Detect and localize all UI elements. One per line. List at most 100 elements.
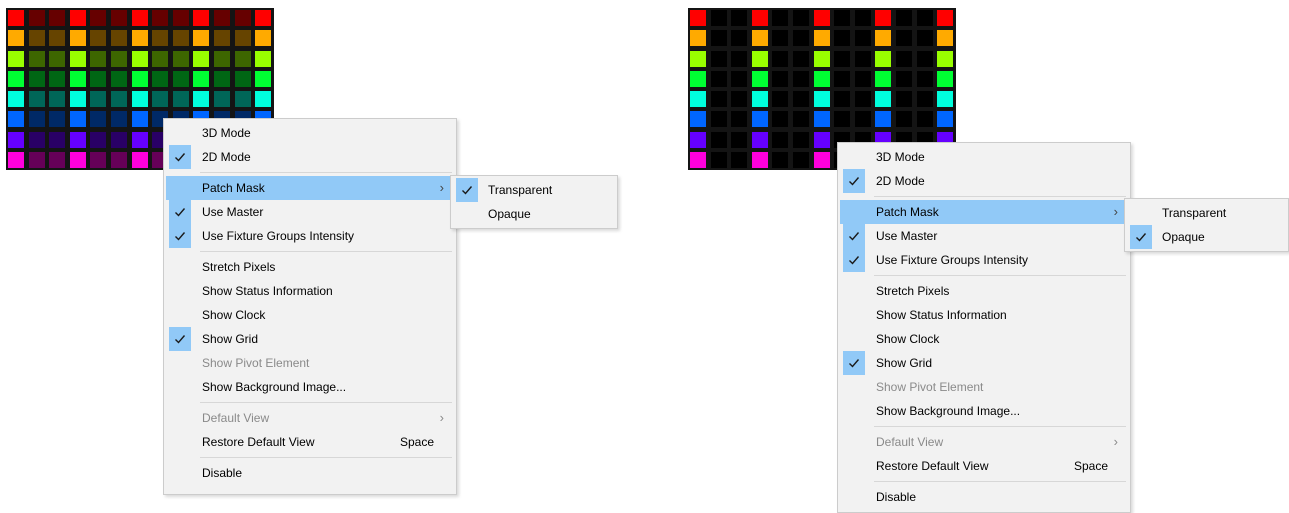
chevron-right-icon: › xyxy=(1113,434,1118,449)
grid-cell xyxy=(132,10,148,26)
grid-cell xyxy=(690,152,706,168)
checkmark-icon xyxy=(169,224,191,248)
menu-item-label: 2D Mode xyxy=(876,174,925,188)
menu-item-use-fixture-groups-intensity[interactable]: Use Fixture Groups Intensity xyxy=(840,248,1128,272)
grid-cell xyxy=(90,111,106,127)
menu-item-patch-mask[interactable]: Patch Mask › xyxy=(166,176,454,200)
grid-cell xyxy=(29,111,45,127)
grid-cell xyxy=(937,71,953,87)
grid-cell xyxy=(875,91,891,107)
grid-cell xyxy=(752,30,768,46)
submenu-item-opaque[interactable]: Opaque xyxy=(453,202,615,226)
menu-item-label: Show Grid xyxy=(876,356,933,370)
right-patch-mask-submenu: Transparent Opaque xyxy=(1124,198,1289,252)
grid-cell xyxy=(49,111,65,127)
grid-cell xyxy=(896,111,912,127)
grid-cell xyxy=(731,132,747,148)
grid-cell xyxy=(70,30,86,46)
menu-item-use-master[interactable]: Use Master xyxy=(840,224,1128,248)
checkmark-icon xyxy=(843,351,865,375)
shortcut-label: Space xyxy=(399,435,434,449)
grid-cell xyxy=(690,91,706,107)
menu-item-disable[interactable]: Disable xyxy=(840,485,1128,509)
grid-cell xyxy=(132,51,148,67)
grid-cell xyxy=(834,51,850,67)
grid-cell xyxy=(855,71,871,87)
menu-item-label: Patch Mask xyxy=(202,181,265,195)
menu-separator xyxy=(200,457,452,458)
menu-item-label: 2D Mode xyxy=(202,150,251,164)
grid-cell xyxy=(193,10,209,26)
grid-cell xyxy=(235,71,251,87)
menu-item-show-background-image[interactable]: Show Background Image... xyxy=(166,375,454,399)
menu-item-label: Stretch Pixels xyxy=(876,284,950,298)
menu-item-2d-mode[interactable]: 2D Mode xyxy=(840,169,1128,193)
checkmark-icon xyxy=(169,327,191,351)
grid-cell xyxy=(214,10,230,26)
grid-cell xyxy=(752,10,768,26)
menu-item-stretch-pixels[interactable]: Stretch Pixels xyxy=(840,279,1128,303)
grid-cell xyxy=(70,71,86,87)
grid-cell xyxy=(90,132,106,148)
grid-cell xyxy=(152,10,168,26)
menu-item-stretch-pixels[interactable]: Stretch Pixels xyxy=(166,255,454,279)
grid-cell xyxy=(235,30,251,46)
menu-item-label: 3D Mode xyxy=(876,150,925,164)
grid-cell xyxy=(917,30,933,46)
menu-separator xyxy=(200,251,452,252)
menu-item-show-status-information[interactable]: Show Status Information xyxy=(166,279,454,303)
grid-cell xyxy=(937,91,953,107)
grid-cell xyxy=(772,132,788,148)
grid-cell xyxy=(111,91,127,107)
grid-cell xyxy=(814,30,830,46)
menu-item-show-status-information[interactable]: Show Status Information xyxy=(840,303,1128,327)
grid-cell xyxy=(793,91,809,107)
menu-item-restore-default-view[interactable]: Restore Default View Space xyxy=(166,430,454,454)
menu-item-default-view: Default View › xyxy=(840,430,1128,454)
menu-item-label: Show Clock xyxy=(202,308,266,322)
grid-cell xyxy=(29,10,45,26)
menu-item-use-fixture-groups-intensity[interactable]: Use Fixture Groups Intensity xyxy=(166,224,454,248)
menu-item-show-clock[interactable]: Show Clock xyxy=(840,327,1128,351)
grid-cell xyxy=(193,30,209,46)
grid-cell xyxy=(235,91,251,107)
menu-item-2d-mode[interactable]: 2D Mode xyxy=(166,145,454,169)
grid-cell xyxy=(834,71,850,87)
grid-cell xyxy=(855,10,871,26)
grid-cell xyxy=(29,51,45,67)
grid-cell xyxy=(173,30,189,46)
grid-cell xyxy=(90,71,106,87)
grid-cell xyxy=(937,30,953,46)
menu-item-show-clock[interactable]: Show Clock xyxy=(166,303,454,327)
submenu-item-transparent[interactable]: Transparent xyxy=(453,178,615,202)
menu-item-label: Patch Mask xyxy=(876,205,939,219)
submenu-item-transparent[interactable]: Transparent xyxy=(1127,201,1286,225)
grid-cell xyxy=(814,132,830,148)
grid-cell xyxy=(772,91,788,107)
menu-item-disable[interactable]: Disable xyxy=(166,461,454,485)
grid-cell xyxy=(937,10,953,26)
menu-item-label: Show Background Image... xyxy=(876,404,1021,418)
right-context-menu: 3D Mode 2D Mode Patch Mask › Use Master Use F… xyxy=(837,142,1131,513)
grid-cell xyxy=(8,71,24,87)
menu-item-show-background-image[interactable]: Show Background Image... xyxy=(840,399,1128,423)
grid-cell xyxy=(917,111,933,127)
grid-cell xyxy=(896,30,912,46)
grid-cell xyxy=(814,152,830,168)
menu-item-3d-mode[interactable]: 3D Mode xyxy=(840,145,1128,169)
menu-item-show-grid[interactable]: Show Grid xyxy=(166,327,454,351)
menu-item-patch-mask[interactable]: Patch Mask › xyxy=(840,200,1128,224)
menu-separator xyxy=(200,172,452,173)
grid-cell xyxy=(255,71,271,87)
menu-item-restore-default-view[interactable]: Restore Default View Space xyxy=(840,454,1128,478)
grid-cell xyxy=(731,10,747,26)
grid-cell xyxy=(731,111,747,127)
menu-item-use-master[interactable]: Use Master xyxy=(166,200,454,224)
menu-item-3d-mode[interactable]: 3D Mode xyxy=(166,121,454,145)
grid-cell xyxy=(29,91,45,107)
grid-cell xyxy=(173,91,189,107)
grid-cell xyxy=(731,152,747,168)
grid-cell xyxy=(752,152,768,168)
submenu-item-opaque[interactable]: Opaque xyxy=(1127,225,1286,249)
menu-item-show-grid[interactable]: Show Grid xyxy=(840,351,1128,375)
